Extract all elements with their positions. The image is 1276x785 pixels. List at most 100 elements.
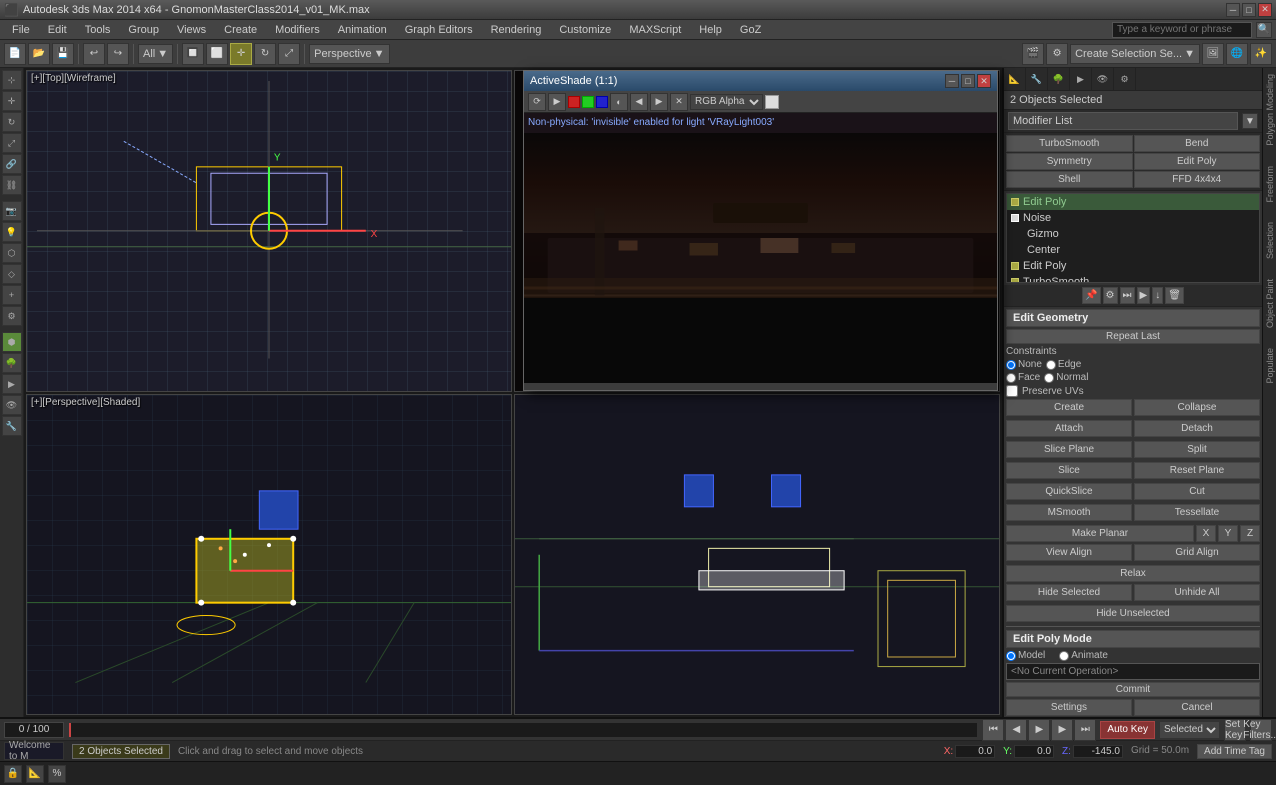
timeline-slider[interactable] [68,722,978,738]
tool-light[interactable]: 💡 [2,222,22,242]
channel-blue[interactable] [596,96,608,108]
dialog-maximize[interactable]: □ [961,74,975,88]
quick-shell[interactable]: Shell [1006,171,1133,188]
save-button[interactable]: 💾 [52,43,74,65]
constraint-face[interactable]: Face [1006,372,1040,383]
undo-button[interactable]: ↩ [83,43,105,65]
constraint-edge[interactable]: Edge [1046,359,1081,370]
add-time-tag-button[interactable]: Add Time Tag [1197,744,1272,759]
stack-gizmo[interactable]: Gizmo [1007,226,1259,242]
quick-edit-poly[interactable]: Edit Poly [1134,153,1261,170]
repeat-last-button[interactable]: Repeat Last [1006,329,1260,344]
auto-key-button[interactable]: Auto Key [1100,721,1155,739]
selection-filter-dropdown[interactable]: All ▼ [138,44,173,64]
dialog-tb-prev[interactable]: ◀ [630,93,648,111]
render-frame-button[interactable]: 🖼 [1202,43,1224,65]
next-frame-button[interactable]: ▶ [1051,719,1073,741]
preserve-uvs-checkbox[interactable] [1006,385,1018,397]
select-region-button[interactable]: ⬜ [206,43,228,65]
render-effects-button[interactable]: ✨ [1250,43,1272,65]
render-button[interactable]: 🎬 [1022,43,1044,65]
make-planar-button[interactable]: Make Planar [1006,525,1194,542]
planar-z-button[interactable]: Z [1240,525,1260,542]
quick-slice-button[interactable]: QuickSlice [1006,483,1132,500]
search-input[interactable] [1112,22,1252,38]
slice-plane-button[interactable]: Slice Plane [1006,441,1132,458]
dialog-close[interactable]: ✕ [977,74,991,88]
tab-motion[interactable]: ▶ [1070,68,1092,90]
tool-link[interactable]: 🔗 [2,154,22,174]
dialog-tb-reset[interactable]: ⟳ [528,93,546,111]
tab-hierarchy[interactable]: 🌳 [1048,68,1070,90]
tool-scale[interactable]: ⤢ [2,133,22,153]
planar-x-button[interactable]: X [1196,525,1216,542]
quick-ffd[interactable]: FFD 4x4x4 [1134,171,1261,188]
tool-display[interactable]: 👁 [2,395,22,415]
stack-settings-button[interactable]: ⚙ [1103,287,1118,304]
tool-select[interactable]: ⊹ [2,70,22,90]
hide-selected-button[interactable]: Hide Selected [1006,584,1132,601]
dialog-tb-next[interactable]: ▶ [650,93,668,111]
view-dropdown[interactable]: Perspective ▼ [309,44,389,64]
tool-hierarchy[interactable]: 🌳 [2,353,22,373]
rotate-button[interactable]: ↻ [254,43,276,65]
tool-geo[interactable]: ⬡ [2,243,22,263]
prev-frame-button[interactable]: ◀ [1005,719,1027,741]
relax-button[interactable]: Relax [1006,565,1260,582]
cut-button[interactable]: Cut [1134,483,1260,500]
unhide-all-button[interactable]: Unhide All [1134,584,1260,601]
tool-utilities[interactable]: 🔧 [2,416,22,436]
render-settings-button[interactable]: ⚙ [1046,43,1068,65]
dialog-tb-close[interactable]: ✕ [670,93,688,111]
reset-plane-button[interactable]: Reset Plane [1134,462,1260,479]
dialog-titlebar[interactable]: ActiveShade (1:1) ─ □ ✕ [524,71,997,91]
create-button[interactable]: Create [1006,399,1132,416]
grid-align-button[interactable]: Grid Align [1134,544,1260,561]
select-object-button[interactable]: 🔲 [182,43,204,65]
animate-radio[interactable]: Animate [1059,650,1108,661]
angle-snap-toggle[interactable]: 📐 [26,765,44,783]
stack-active-only[interactable]: ↓ [1152,287,1163,304]
redo-button[interactable]: ↪ [107,43,129,65]
key-mode-select[interactable]: Selected All [1159,721,1220,739]
stack-edit-poly-top[interactable]: Edit Poly [1007,194,1259,210]
viewport-top[interactable]: [+][Top][Wireframe] X Y [26,70,512,392]
collapse-button[interactable]: Collapse [1134,399,1260,416]
stack-show-end[interactable]: ⏭ [1120,287,1135,304]
menu-group[interactable]: Group [120,22,167,38]
quick-turbosmooth[interactable]: TurboSmooth [1006,135,1133,152]
menu-graph-editors[interactable]: Graph Editors [397,22,481,38]
snap-toggle[interactable]: 🔒 [4,765,22,783]
quick-symmetry[interactable]: Symmetry [1006,153,1133,170]
maximize-button[interactable]: □ [1242,3,1256,17]
go-end-button[interactable]: ⏭ [1074,719,1096,741]
menu-maxscript[interactable]: MAXScript [621,22,689,38]
menu-modifiers[interactable]: Modifiers [267,22,328,38]
stack-noise[interactable]: Noise [1007,210,1259,226]
msmooth-button[interactable]: MSmooth [1006,504,1132,521]
dialog-minimize[interactable]: ─ [945,74,959,88]
tool-helpers[interactable]: + [2,285,22,305]
cancel-button[interactable]: Cancel [1134,699,1260,716]
split-button[interactable]: Split [1134,441,1260,458]
modifier-list-arrow[interactable]: ▼ [1242,113,1258,129]
minimize-button[interactable]: ─ [1226,3,1240,17]
dialog-tb-mono[interactable]: ◐ [610,93,628,111]
viewport-bottom-right[interactable] [514,394,1000,716]
tool-camera[interactable]: 📷 [2,201,22,221]
menu-tools[interactable]: Tools [77,22,119,38]
menu-goz[interactable]: GoZ [732,22,769,38]
key-filters-button[interactable]: Key Filters... [1250,719,1272,741]
constraint-none[interactable]: None [1006,359,1042,370]
viewport-perspective[interactable]: [+][Perspective][Shaded] [26,394,512,716]
set-key-button[interactable]: Set Key [1224,719,1246,741]
stack-pin-button[interactable]: 📌 [1082,287,1100,304]
tool-move[interactable]: ✛ [2,91,22,111]
new-scene-button[interactable]: 📄 [4,43,26,65]
tool-motion[interactable]: ▶ [2,374,22,394]
modifier-list-dropdown[interactable]: Modifier List [1008,112,1238,130]
tab-display[interactable]: 👁 [1092,68,1114,90]
play-button[interactable]: ▶ [1028,719,1050,741]
stack-edit-poly-2[interactable]: Edit Poly [1007,258,1259,274]
render-preset-dropdown[interactable]: Create Selection Se... ▼ [1070,44,1200,64]
